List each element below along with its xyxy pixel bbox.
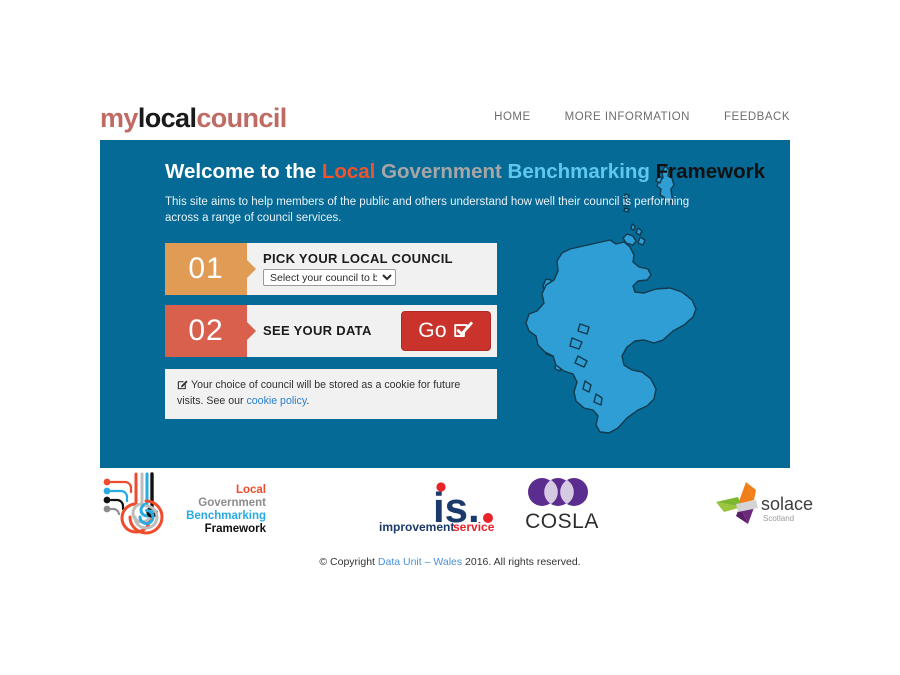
solace-wordmark: solace <box>761 494 813 514</box>
lgbf-line-framework: Framework <box>205 523 267 535</box>
copyright-text-after: 2016. All rights reserved. <box>462 556 581 568</box>
data-unit-wales-link[interactable]: Data Unit – Wales <box>378 556 462 568</box>
improvement-service-logo: is. improvement service <box>379 482 495 534</box>
cookie-notice-text-end: . <box>306 394 310 407</box>
step-panel-see-data: 02 SEE YOUR DATA Go <box>165 304 497 357</box>
cookie-policy-link[interactable]: cookie policy <box>246 395 306 407</box>
council-select[interactable]: Select your council to begin <box>263 269 396 287</box>
nav-item-more-information[interactable]: MORE INFORMATION <box>565 111 690 123</box>
step-number-text: 02 <box>188 313 224 347</box>
page-subtitle: This site aims to help members of the pu… <box>165 195 690 225</box>
step-panel-pick-council: 01 PICK YOUR LOCAL COUNCIL Select your c… <box>165 242 497 295</box>
step-number-text: 01 <box>188 251 224 285</box>
title-word-benchmarking: Benchmarking <box>507 160 650 183</box>
copyright-text-before: © Copyright <box>319 556 378 568</box>
service-word: service <box>453 520 495 534</box>
title-word-welcome: Welcome to the <box>165 160 317 183</box>
step-number-badge-02: 02 <box>165 304 256 357</box>
cookie-notice-text: Your choice of council will be stored as… <box>177 378 461 407</box>
title-word-local: Local <box>321 160 376 183</box>
title-word-framework: Framework <box>655 160 766 183</box>
hero-content: Welcome to the Local Government Benchmar… <box>165 160 765 419</box>
lgbf-line-benchmarking: Benchmarking <box>186 510 266 522</box>
step-label-see-data: SEE YOUR DATA <box>263 322 372 338</box>
page-title: Welcome to the Local Government Benchmar… <box>165 160 765 184</box>
nav-item-feedback[interactable]: FEEDBACK <box>724 111 790 123</box>
step-number-badge-01: 01 <box>165 242 256 295</box>
solace-subtext: Scotland <box>763 514 794 523</box>
cosla-logo: COSLA <box>525 478 599 533</box>
site-logo[interactable]: mylocalcouncil <box>100 102 287 133</box>
site-header: mylocalcouncil HOME MORE INFORMATION FEE… <box>100 96 790 140</box>
go-button[interactable]: Go <box>401 310 491 351</box>
solace-pinwheel-icon <box>716 482 758 524</box>
cookie-notice: Your choice of council will be stored as… <box>165 368 497 419</box>
page-root: mylocalcouncil HOME MORE INFORMATION FEE… <box>0 0 900 675</box>
nav-item-home[interactable]: HOME <box>494 111 531 123</box>
step-body-02: SEE YOUR DATA Go <box>247 305 497 357</box>
improvement-word: improvement <box>379 520 454 534</box>
title-word-government: Government <box>381 160 502 183</box>
cosla-wordmark: COSLA <box>525 510 599 533</box>
lgbf-logo: Local Government Benchmarking Framework <box>103 472 267 535</box>
copyright-line: © Copyright Data Unit – Wales 2016. All … <box>0 556 900 568</box>
hero-banner: Welcome to the Local Government Benchmar… <box>100 140 790 468</box>
pencil-square-icon <box>177 380 188 390</box>
logo-text-council: council <box>196 102 287 133</box>
step-label-pick-council: PICK YOUR LOCAL COUNCIL <box>263 250 453 266</box>
main-navigation: HOME MORE INFORMATION FEEDBACK <box>494 111 790 125</box>
solace-scotland-logo: solace Scotland <box>716 482 813 524</box>
logo-text-my: my <box>100 102 138 133</box>
lgbf-line-local: Local <box>236 484 266 496</box>
go-button-label: Go <box>418 319 447 343</box>
lgbf-line-government: Government <box>198 497 266 509</box>
check-square-icon <box>454 321 473 337</box>
logo-text-local: local <box>137 102 197 133</box>
partner-logos: Local Government Benchmarking Framework … <box>100 470 813 542</box>
step-body-01: PICK YOUR LOCAL COUNCIL Select your coun… <box>247 243 497 295</box>
